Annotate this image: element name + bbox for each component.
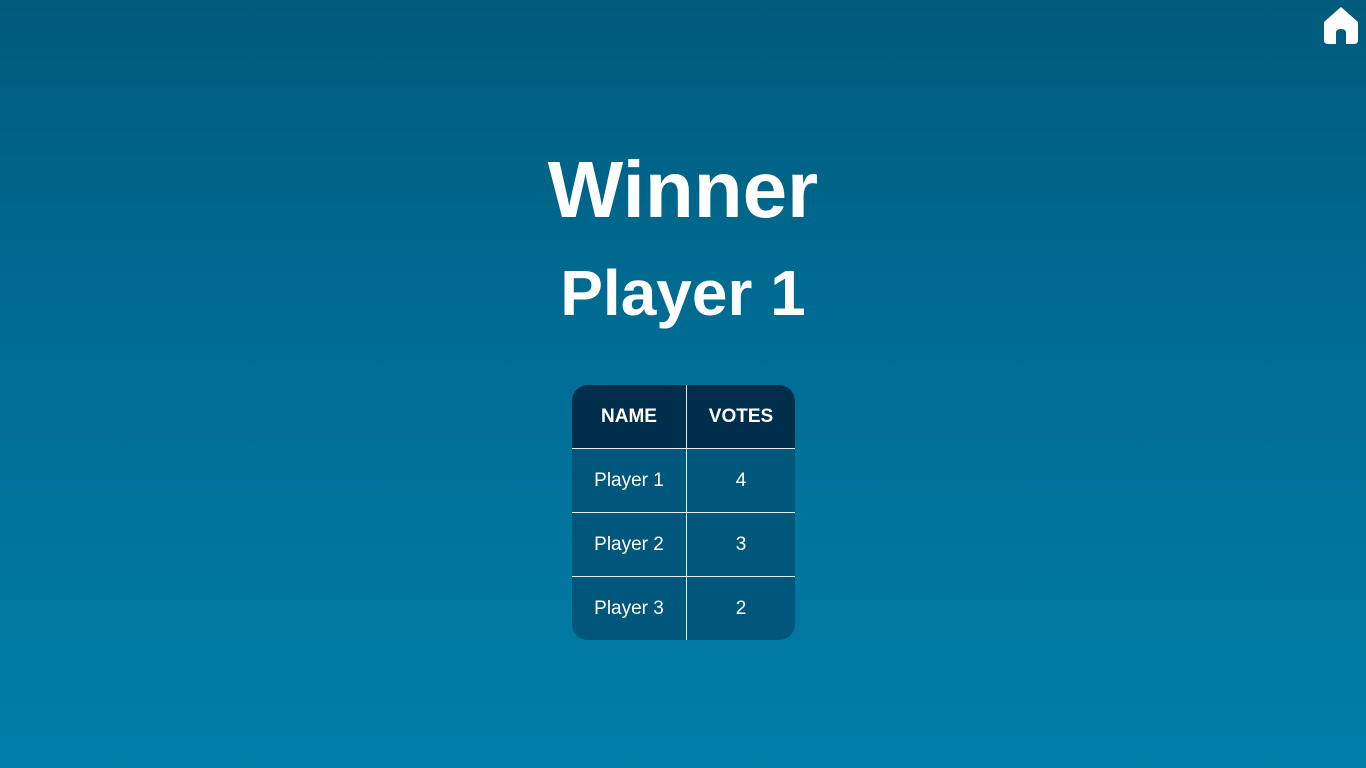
player-name-cell: Player 2 xyxy=(572,512,687,577)
winner-name: Player 1 xyxy=(560,257,806,329)
home-icon xyxy=(1324,7,1358,44)
player-name-cell: Player 3 xyxy=(572,576,687,640)
table-row: Player 1 4 xyxy=(572,448,795,513)
home-button[interactable] xyxy=(1324,7,1358,44)
table-row: Player 2 3 xyxy=(572,512,795,577)
column-header-votes: VOTES xyxy=(686,385,795,449)
results-table: NAME VOTES Player 1 4 Player 2 3 Player … xyxy=(572,385,795,640)
table-header-row: NAME VOTES xyxy=(572,385,795,449)
column-header-name: NAME xyxy=(572,385,687,449)
votes-cell: 3 xyxy=(686,512,795,577)
player-name-cell: Player 1 xyxy=(572,448,687,513)
votes-cell: 2 xyxy=(686,576,795,640)
page-title: Winner xyxy=(547,145,819,234)
votes-cell: 4 xyxy=(686,448,795,513)
table-row: Player 3 2 xyxy=(572,576,795,640)
